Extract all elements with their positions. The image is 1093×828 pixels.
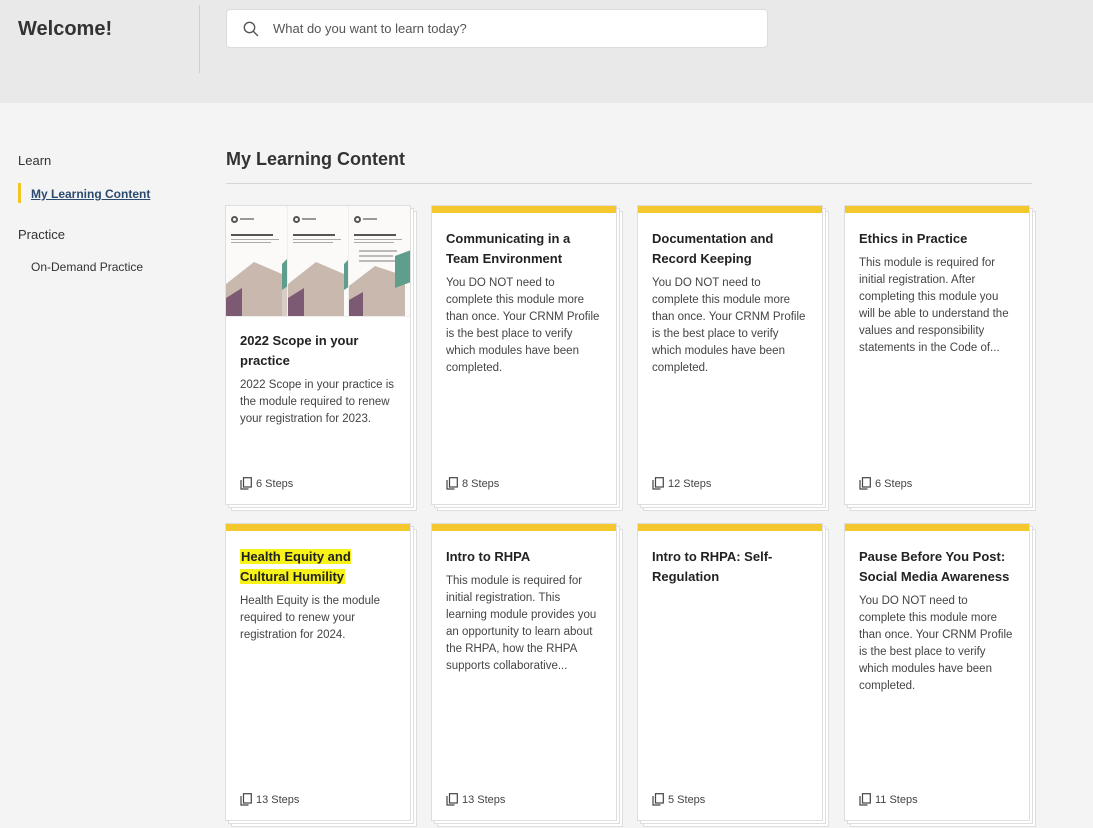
card-title[interactable]: Pause Before You Post: Social Media Awar… xyxy=(859,547,1015,587)
course-card[interactable]: Documentation and Record Keeping You DO … xyxy=(637,205,823,505)
course-card-4[interactable]: Ethics in Practice This module is requir… xyxy=(844,205,1036,511)
steps-count: 13 Steps xyxy=(256,793,300,806)
sidebar-item-my-learning-content[interactable]: My Learning Content xyxy=(31,187,150,201)
course-card-1[interactable]: 2022 Scope in your practice 2022 Scope i… xyxy=(225,205,417,511)
copy-icon xyxy=(859,793,871,806)
card-accent-bar xyxy=(845,524,1029,531)
card-description: This module is required for initial regi… xyxy=(446,575,597,672)
card-steps: 13 Steps xyxy=(446,793,505,806)
thumbnail-page xyxy=(226,206,288,316)
steps-count: 8 Steps xyxy=(462,477,500,490)
course-card[interactable]: Ethics in Practice This module is requir… xyxy=(844,205,1030,505)
steps-count: 12 Steps xyxy=(668,477,712,490)
card-title[interactable]: Documentation and Record Keeping xyxy=(652,229,808,269)
highlighted-title: Health Equity and Cultural Humility xyxy=(240,549,351,584)
sidebar-item-on-demand-practice[interactable]: On-Demand Practice xyxy=(31,260,143,274)
course-card-3[interactable]: Documentation and Record Keeping You DO … xyxy=(637,205,829,511)
card-steps: 8 Steps xyxy=(446,477,499,490)
thumbnail-page xyxy=(287,206,350,316)
copy-icon xyxy=(446,477,458,490)
card-steps: 5 Steps xyxy=(652,793,705,806)
course-card-5[interactable]: Health Equity and Cultural Humility Heal… xyxy=(225,523,417,827)
course-card[interactable]: Intro to RHPA: Self-Regulation 5 Steps xyxy=(637,523,823,821)
card-description: You DO NOT need to complete this module … xyxy=(446,277,600,374)
course-thumbnail xyxy=(226,206,410,317)
course-card[interactable]: Communicating in a Team Environment You … xyxy=(431,205,617,505)
card-accent-bar xyxy=(638,206,822,213)
card-description: You DO NOT need to complete this module … xyxy=(652,277,806,374)
card-description: This module is required for initial regi… xyxy=(859,257,1009,354)
copy-icon xyxy=(652,477,664,490)
header-divider xyxy=(199,5,200,73)
search-box[interactable] xyxy=(226,9,768,48)
search-icon xyxy=(243,21,259,36)
card-title[interactable]: Ethics in Practice xyxy=(859,229,1015,249)
card-accent-bar xyxy=(845,206,1029,213)
steps-count: 6 Steps xyxy=(256,477,294,490)
card-accent-bar xyxy=(638,524,822,531)
card-steps: 11 Steps xyxy=(859,793,918,806)
card-steps: 6 Steps xyxy=(240,477,293,490)
steps-count: 13 Steps xyxy=(462,793,506,806)
card-accent-bar xyxy=(226,524,410,531)
copy-icon xyxy=(240,793,252,806)
thumbnail-page xyxy=(349,206,410,316)
copy-icon xyxy=(652,793,664,806)
card-steps: 13 Steps xyxy=(240,793,299,806)
course-card-6[interactable]: Intro to RHPA This module is required fo… xyxy=(431,523,623,827)
sidebar-heading-learn: Learn xyxy=(18,153,52,168)
welcome-title: Welcome! xyxy=(18,18,113,40)
card-description: Health Equity is the module required to … xyxy=(240,595,380,641)
steps-count: 6 Steps xyxy=(875,477,913,490)
course-card[interactable]: 2022 Scope in your practice 2022 Scope i… xyxy=(225,205,411,505)
course-card[interactable]: Pause Before You Post: Social Media Awar… xyxy=(844,523,1030,821)
active-indicator xyxy=(18,183,21,203)
card-steps: 6 Steps xyxy=(859,477,912,490)
title-divider xyxy=(226,183,1032,184)
course-card[interactable]: Health Equity and Cultural Humility Heal… xyxy=(225,523,411,821)
course-card-7[interactable]: Intro to RHPA: Self-Regulation 5 Steps xyxy=(637,523,829,827)
page-title: My Learning Content xyxy=(226,149,405,169)
copy-icon xyxy=(240,477,252,490)
course-card-2[interactable]: Communicating in a Team Environment You … xyxy=(431,205,623,511)
card-accent-bar xyxy=(432,524,616,531)
card-description: 2022 Scope in your practice is the modul… xyxy=(240,379,395,425)
card-description: You DO NOT need to complete this module … xyxy=(859,595,1013,692)
card-title[interactable]: Health Equity and Cultural Humility xyxy=(240,547,396,587)
card-title[interactable]: 2022 Scope in your practice xyxy=(240,331,396,371)
card-accent-bar xyxy=(432,206,616,213)
copy-icon xyxy=(446,793,458,806)
top-header: Welcome! xyxy=(0,0,1093,103)
search-input[interactable] xyxy=(271,20,755,37)
course-card[interactable]: Intro to RHPA This module is required fo… xyxy=(431,523,617,821)
steps-count: 5 Steps xyxy=(668,793,706,806)
card-title[interactable]: Intro to RHPA: Self-Regulation xyxy=(652,547,808,587)
course-card-8[interactable]: Pause Before You Post: Social Media Awar… xyxy=(844,523,1036,827)
card-title[interactable]: Communicating in a Team Environment xyxy=(446,229,602,269)
card-title[interactable]: Intro to RHPA xyxy=(446,547,602,567)
card-steps: 12 Steps xyxy=(652,477,711,490)
steps-count: 11 Steps xyxy=(875,793,918,806)
sidebar-heading-practice: Practice xyxy=(18,227,65,242)
copy-icon xyxy=(859,477,871,490)
